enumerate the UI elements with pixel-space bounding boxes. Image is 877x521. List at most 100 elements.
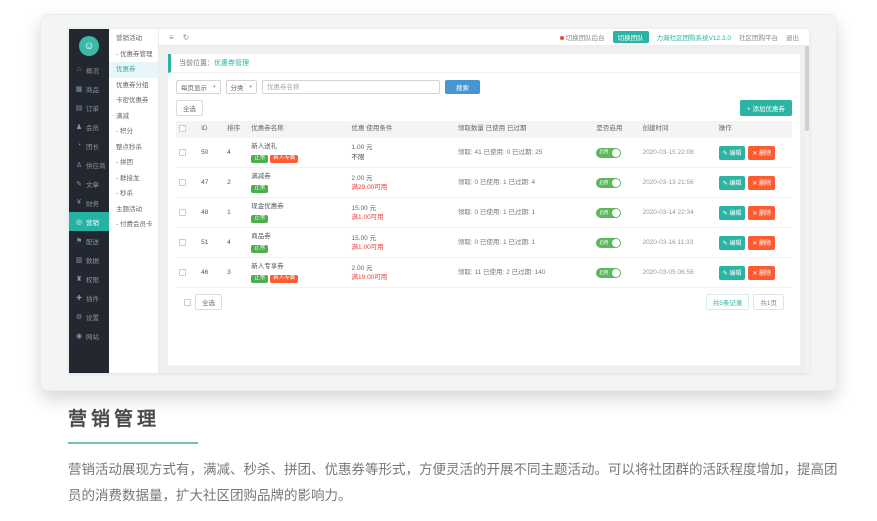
sidebar-item-settings[interactable]: ⚙设置 (69, 307, 109, 326)
sidebar-item-label: 文章 (86, 179, 99, 189)
topbar: ≡ ↻ 切换团队后台 切换团队 力瀚社区团购系统V12.3.0 社区团购平台 退… (159, 29, 809, 46)
submenu-item-group-buy[interactable]: - 拼团 (109, 155, 158, 171)
submenu-item-full-reduction[interactable]: 满减 (109, 109, 158, 125)
col-header-actions: 操作 (716, 121, 792, 138)
edit-icon: ✎ (723, 211, 728, 217)
avatar[interactable]: ☺ (79, 36, 99, 56)
menu-toggle-icon[interactable]: ≡ (169, 33, 174, 42)
platform-link[interactable]: 社区团购平台 (739, 32, 778, 42)
select-all-button[interactable]: 全选 (176, 100, 203, 116)
newuser-badge: 新人专属 (270, 155, 298, 164)
row-checkbox[interactable] (179, 209, 186, 216)
switch-team-badge[interactable]: 切换团队 (613, 31, 649, 43)
add-coupon-button[interactable]: + 添加优惠券 (740, 100, 792, 116)
submenu-item-marketing-activities[interactable]: 营销活动 (109, 31, 158, 47)
cell-sort: 1 (224, 198, 248, 228)
data-icon: ▥ (75, 256, 83, 264)
delete-button[interactable]: ✕ 删除 (748, 176, 775, 190)
select-all-button[interactable]: 全选 (195, 294, 222, 310)
coupon-condition: 满29.00可用 (352, 183, 452, 192)
per-page-value: 每页显示 (181, 82, 207, 92)
sidebar-item-members[interactable]: ♟会员 (69, 117, 109, 136)
category-value: 分类 (231, 82, 244, 92)
select-all-checkbox[interactable] (179, 125, 186, 132)
sidebar-item-permissions[interactable]: ♜权限 (69, 269, 109, 288)
coupon-name-input[interactable] (262, 80, 440, 94)
coupon-stats: 领取: 0 已使用: 1 已过期: 1 (455, 198, 593, 228)
delete-icon: ✕ (752, 271, 757, 277)
sidebar-item-orders[interactable]: ▤订单 (69, 98, 109, 117)
row-checkbox[interactable] (179, 269, 186, 276)
row-checkbox[interactable] (179, 149, 186, 156)
delete-button[interactable]: ✕ 删除 (748, 236, 775, 250)
submenu-item-coupons[interactable]: 优惠券 (109, 62, 158, 78)
refresh-icon[interactable]: ↻ (183, 33, 190, 42)
sidebar-item-delivery[interactable]: ⚑配送 (69, 231, 109, 250)
switch-team-backend-link[interactable]: 切换团队后台 (560, 32, 605, 42)
delete-icon: ✕ (752, 151, 757, 157)
members-icon: ♟ (75, 123, 83, 131)
submenu-item-hourly-flash-sale[interactable]: 整点秒杀 (109, 140, 158, 156)
edit-button[interactable]: ✎ 编辑 (719, 236, 746, 250)
row-checkbox[interactable] (179, 179, 186, 186)
coupon-amount: 15.00 元 (352, 234, 452, 243)
sidebar-item-label: 概况 (86, 65, 99, 75)
sidebar-item-label: 团长 (86, 141, 99, 151)
submenu-item-theme-activities[interactable]: 主题活动 (109, 202, 158, 218)
submenu-item-flash-sale[interactable]: - 秒杀 (109, 186, 158, 202)
edit-button[interactable]: ✎ 编辑 (719, 176, 746, 190)
coupon-condition: 满1.00可用 (352, 213, 452, 222)
sidebar-item-label: 订单 (86, 103, 99, 113)
enable-toggle[interactable]: 启用 (596, 148, 621, 158)
sidebar-item-suppliers[interactable]: ♙供应商 (69, 155, 109, 174)
enable-toggle[interactable]: 启用 (596, 268, 621, 278)
submenu-item-coupon-management[interactable]: - 优惠券管理 (109, 47, 158, 63)
sidebar-item-overview[interactable]: ⌂概况 (69, 60, 109, 79)
sidebar-item-leaders[interactable]: ◔团长 (69, 136, 109, 155)
coupon-amount: 2.00 元 (352, 174, 452, 183)
sidebar-item-plugins[interactable]: ✚插件 (69, 288, 109, 307)
sidebar-item-goods[interactable]: ▦商品 (69, 79, 109, 98)
cell-id: 47 (198, 168, 224, 198)
screenshot-card: ☺ ⌂概况 ▦商品 ▤订单 ♟会员 ◔团长 ♙供应商 ✎文章 ¥财务 ◎营销 ⚑… (40, 14, 837, 391)
submenu-item-coupon-groups[interactable]: 优惠券分组 (109, 78, 158, 94)
edit-button[interactable]: ✎ 编辑 (719, 146, 746, 160)
category-select[interactable]: 分类 ▾ (226, 80, 258, 94)
sidebar-item-marketing[interactable]: ◎营销 (69, 212, 109, 231)
scrollbar-thumb[interactable] (805, 46, 809, 131)
delete-button[interactable]: ✕ 删除 (748, 266, 775, 280)
col-header-enabled: 是否启用 (593, 121, 639, 138)
select-all-checkbox[interactable] (184, 299, 191, 306)
logout-link[interactable]: 退出 (786, 32, 799, 42)
sidebar-item-label: 插件 (86, 293, 99, 303)
search-button[interactable]: 搜索 (445, 80, 480, 94)
chevron-down-icon: ▾ (250, 84, 253, 90)
breadcrumb-prefix: 当前位置： (179, 60, 214, 67)
status-badge: 正常 (251, 275, 268, 284)
scrollbar[interactable] (805, 46, 809, 373)
toggle-knob (612, 239, 620, 247)
submenu-item-points[interactable]: - 积分 (109, 124, 158, 140)
created-time: 2020-03-15 22:08 (639, 138, 715, 168)
delete-button[interactable]: ✕ 删除 (748, 206, 775, 220)
delete-button[interactable]: ✕ 删除 (748, 146, 775, 160)
edit-button[interactable]: ✎ 编辑 (719, 206, 746, 220)
row-checkbox[interactable] (179, 239, 186, 246)
per-page-select[interactable]: 每页显示▾ (176, 80, 221, 94)
submenu-item-code-coupons[interactable]: 卡密优惠券 (109, 93, 158, 109)
table-row: 47 2 满减券 正常 2.00 元 满29.00可用 领取: 0 已使用: 1… (176, 168, 792, 198)
edit-button[interactable]: ✎ 编辑 (719, 266, 746, 280)
enable-toggle[interactable]: 启用 (596, 238, 621, 248)
enable-toggle[interactable]: 启用 (596, 208, 621, 218)
sidebar-item-articles[interactable]: ✎文章 (69, 174, 109, 193)
submenu-item-paid-membership[interactable]: - 付费会员卡 (109, 217, 158, 233)
sidebar-item-website[interactable]: ◉网站 (69, 326, 109, 345)
sidebar-item-finance[interactable]: ¥财务 (69, 193, 109, 212)
delete-icon: ✕ (752, 181, 757, 187)
col-header-name: 优惠券名称 (248, 121, 348, 138)
sidebar-item-data[interactable]: ▥数据 (69, 250, 109, 269)
content-area: 当前位置：优惠券管理 每页显示▾ 分类▾ 搜索 全选 + 添加优惠券 (159, 46, 809, 373)
enable-toggle[interactable]: 启用 (596, 178, 621, 188)
col-header-created: 创建时间 (639, 121, 715, 138)
submenu-item-group-chain[interactable]: - 群接龙 (109, 171, 158, 187)
